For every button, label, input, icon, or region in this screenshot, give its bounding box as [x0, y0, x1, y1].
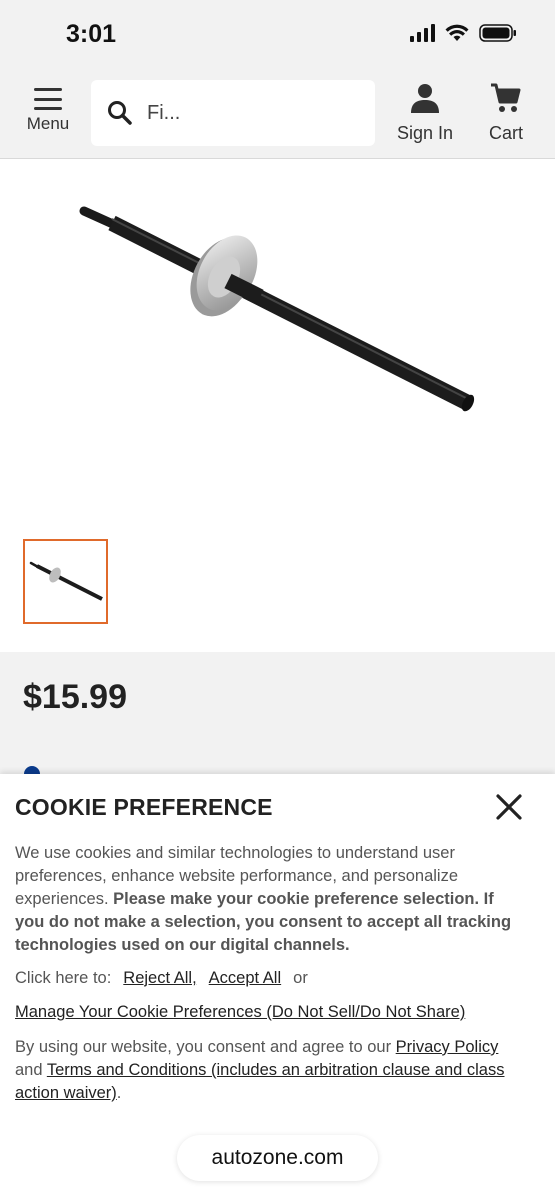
consent-prefix: By using our website, you consent and ag…	[15, 1038, 392, 1056]
cart-icon	[491, 83, 521, 112]
and-label: and	[15, 1061, 43, 1079]
product-image[interactable]	[0, 159, 555, 529]
cellular-signal-icon	[410, 24, 435, 42]
search-box[interactable]	[91, 80, 375, 146]
cart-label: Cart	[488, 123, 523, 143]
privacy-policy-link[interactable]: Privacy Policy	[396, 1038, 499, 1056]
cookie-description: We use cookies and similar technologies …	[15, 842, 525, 957]
accept-all-link[interactable]: Accept All	[209, 967, 281, 990]
period: .	[116, 1084, 122, 1102]
cookie-title: COOKIE PREFERENCE	[15, 794, 273, 820]
manage-preferences-link[interactable]: Manage Your Cookie Preferences (Do Not S…	[15, 1003, 465, 1021]
status-time: 3:01	[66, 20, 117, 48]
battery-icon	[479, 24, 516, 42]
wifi-icon	[445, 24, 469, 41]
product-tool-image	[79, 206, 475, 412]
menu-label: Menu	[26, 114, 70, 133]
browser-address-pill[interactable]: autozone.com	[177, 1135, 378, 1181]
consent-text: By using our website, you consent and ag…	[15, 1036, 525, 1105]
menu-button[interactable]: Menu	[22, 88, 74, 138]
product-thumbnail[interactable]	[23, 539, 108, 624]
price-section: $15.99	[0, 652, 555, 778]
search-icon	[108, 101, 132, 125]
hamburger-menu-icon	[34, 88, 62, 110]
user-icon	[411, 84, 439, 113]
terms-link[interactable]: Terms and Conditions (includes an arbitr…	[15, 1061, 505, 1102]
status-bar: 3:01	[0, 0, 555, 70]
cookie-actions: Click here to: Reject All, Accept All or	[15, 967, 525, 990]
cart-button[interactable]: Cart	[484, 82, 528, 144]
product-price: $15.99	[23, 678, 127, 716]
status-icons	[410, 24, 517, 42]
reject-all-link[interactable]: Reject All,	[123, 967, 196, 990]
site-header: Menu Sign In Cart	[0, 70, 555, 159]
thumbnail-image	[29, 561, 103, 601]
manage-preferences-row: Manage Your Cookie Preferences (Do Not S…	[15, 1001, 525, 1024]
sign-in-label: Sign In	[396, 123, 454, 143]
or-label: or	[293, 969, 308, 987]
close-icon[interactable]	[494, 792, 524, 822]
click-here-label: Click here to:	[15, 969, 112, 987]
search-input[interactable]	[147, 101, 327, 125]
sign-in-button[interactable]: Sign In	[394, 82, 456, 144]
